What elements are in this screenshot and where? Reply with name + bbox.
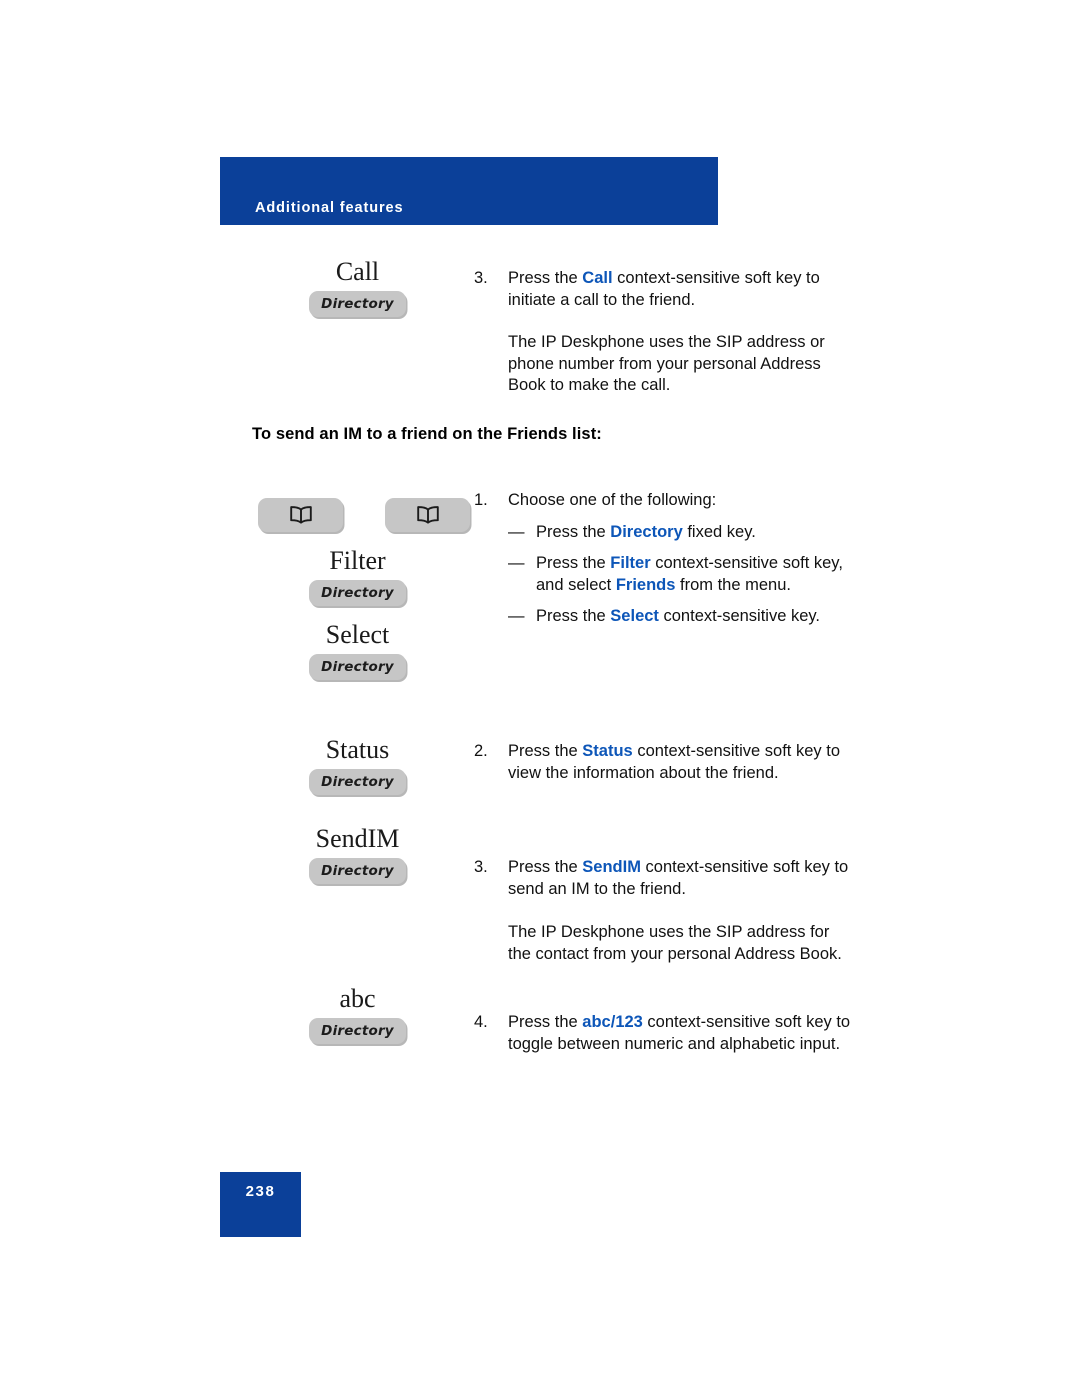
page-number-block: 238 bbox=[220, 1172, 301, 1237]
key-label-filter: Filter bbox=[329, 546, 386, 575]
step-text: Press the Call context-sensitive soft ke… bbox=[508, 268, 854, 311]
softkey-button-directory-filter[interactable]: Directory bbox=[309, 580, 406, 607]
keyword-friends: Friends bbox=[615, 575, 676, 594]
key-graphic-call: Call Directory bbox=[250, 257, 465, 318]
step-number: 2. bbox=[474, 742, 488, 760]
step-text: Press the SendIM context-sensitive soft … bbox=[508, 857, 854, 900]
softkey-button-directory-sendim[interactable]: Directory bbox=[309, 858, 406, 885]
bullet-text-before: Press the bbox=[536, 554, 611, 572]
open-book-icon bbox=[416, 506, 440, 524]
step-text-before: Press the bbox=[508, 269, 583, 287]
keyword-directory: Directory bbox=[610, 522, 683, 541]
step-number: 3. bbox=[474, 858, 488, 876]
step-note: The IP Deskphone uses the SIP address or… bbox=[508, 333, 825, 394]
bullet-item: — Press the Filter context-sensitive sof… bbox=[508, 553, 854, 596]
step-text-before: Press the bbox=[508, 858, 583, 876]
page-number: 238 bbox=[245, 1183, 276, 1200]
fixed-key-row bbox=[250, 498, 480, 538]
step-number: 4. bbox=[474, 1013, 488, 1031]
chapter-title: Additional features bbox=[255, 200, 404, 216]
key-label-status: Status bbox=[325, 735, 390, 764]
bullet-item: — Press the Select context-sensitive key… bbox=[508, 606, 854, 628]
chapter-header-banner: Additional features bbox=[220, 157, 718, 225]
bullet-text: Press the Filter context-sensitive soft … bbox=[536, 553, 854, 596]
bullet-dash: — bbox=[508, 607, 525, 625]
keyword-select: Select bbox=[610, 607, 659, 625]
fixed-key-button-directory-1[interactable] bbox=[258, 498, 343, 532]
step-text-before: Press the bbox=[508, 1013, 583, 1031]
keyword-abc-123: abc/123 bbox=[582, 1013, 643, 1031]
instruction-row: 3. Press the Call context-sensitive soft… bbox=[474, 268, 854, 311]
section-heading: To send an IM to a friend on the Friends… bbox=[252, 425, 602, 443]
instruction-abc-step: 4. Press the abc/123 context-sensitive s… bbox=[474, 1012, 854, 1055]
key-label-abc: abc bbox=[339, 984, 376, 1013]
step-text: Press the Status context-sensitive soft … bbox=[508, 741, 854, 784]
step-text: Choose one of the following: bbox=[508, 491, 717, 509]
keyword-call: Call bbox=[582, 269, 613, 287]
key-label-select: Select bbox=[325, 620, 390, 649]
keyword-status: Status bbox=[582, 742, 633, 760]
step-text: Press the abc/123 context-sensitive soft… bbox=[508, 1012, 854, 1055]
softkey-button-directory-abc[interactable]: Directory bbox=[309, 1018, 406, 1045]
keyword-filter: Filter bbox=[610, 554, 651, 572]
instruction-choose-step: 1. Choose one of the following: — Press … bbox=[474, 490, 854, 628]
step-number: 3. bbox=[474, 269, 488, 287]
key-label-call: Call bbox=[335, 257, 380, 286]
bullet-text-after: from the menu. bbox=[675, 575, 791, 594]
softkey-button-directory-call[interactable]: Directory bbox=[309, 291, 406, 318]
softkey-button-directory-select[interactable]: Directory bbox=[309, 654, 406, 681]
bullet-text: Press the Select context-sensitive key. bbox=[536, 606, 854, 628]
bullet-dash: — bbox=[508, 554, 525, 572]
open-book-icon bbox=[289, 506, 313, 524]
key-graphic-select: Select Directory bbox=[250, 620, 465, 681]
bullet-item: — Press the Directory fixed key. bbox=[508, 522, 854, 544]
keyword-sendim: SendIM bbox=[582, 858, 641, 876]
instruction-status-step: 2. Press the Status context-sensitive so… bbox=[474, 741, 854, 784]
softkey-button-directory-status[interactable]: Directory bbox=[309, 769, 406, 796]
step-number: 1. bbox=[474, 491, 488, 509]
bullet-text-before: Press the bbox=[536, 607, 611, 625]
instruction-row: 3. Press the SendIM context-sensitive so… bbox=[474, 857, 854, 900]
instruction-sendim-step: 3. Press the SendIM context-sensitive so… bbox=[474, 857, 854, 965]
instruction-row: 4. Press the abc/123 context-sensitive s… bbox=[474, 1012, 854, 1055]
bullet-text: Press the Directory fixed key. bbox=[536, 522, 854, 544]
key-graphic-abc: abc Directory bbox=[250, 984, 465, 1045]
bullet-text-after: fixed key. bbox=[682, 522, 756, 541]
key-label-sendim: SendIM bbox=[315, 824, 400, 853]
step-text-before: Press the bbox=[508, 742, 583, 760]
document-page: Additional features Call Directory 3. Pr… bbox=[0, 0, 1080, 1397]
instruction-row: 1. Choose one of the following: bbox=[474, 490, 854, 512]
bullet-dash: — bbox=[508, 522, 525, 541]
key-graphic-filter: Filter Directory bbox=[250, 546, 465, 607]
step-note: The IP Deskphone uses the SIP address fo… bbox=[508, 923, 842, 963]
fixed-key-button-directory-2[interactable] bbox=[385, 498, 470, 532]
bullet-text-after: context-sensitive key. bbox=[658, 607, 821, 625]
bullet-text-before: Press the bbox=[536, 522, 611, 541]
instruction-call-step: 3. Press the Call context-sensitive soft… bbox=[474, 268, 854, 397]
key-graphic-status: Status Directory bbox=[250, 735, 465, 796]
instruction-row: 2. Press the Status context-sensitive so… bbox=[474, 741, 854, 784]
key-graphic-sendim: SendIM Directory bbox=[250, 824, 465, 885]
